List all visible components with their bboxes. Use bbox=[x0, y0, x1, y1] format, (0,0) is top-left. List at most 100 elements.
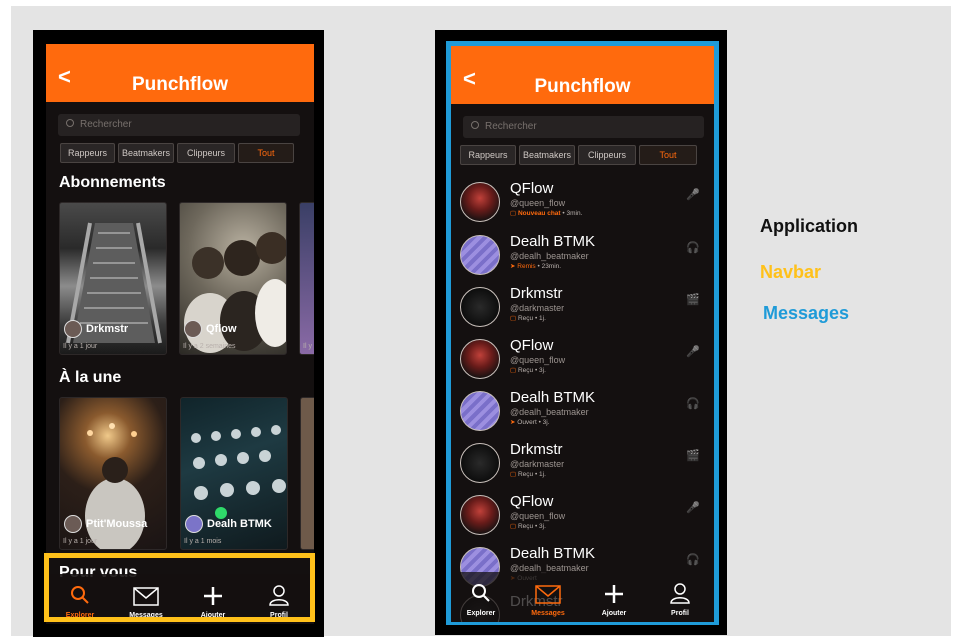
contact-handle: @dealh_beatmaker bbox=[510, 251, 589, 261]
avatar bbox=[460, 391, 500, 431]
status-icon: ▢ bbox=[510, 367, 518, 374]
nav-label: Ajouter bbox=[601, 610, 627, 617]
filter-chip-rappeurs[interactable]: Rappeurs bbox=[60, 143, 115, 163]
navbar-highlight bbox=[44, 553, 315, 622]
status-time: • 3j. bbox=[534, 367, 546, 374]
message-status: ➤ Ouvert • 3j. bbox=[510, 418, 550, 426]
app-screen-messages: < Punchflow Rechercher Rappeurs Beatmake… bbox=[451, 46, 714, 622]
legend-application: Application bbox=[760, 216, 858, 236]
avatar bbox=[460, 339, 500, 379]
card-name: Ptit'Moussa bbox=[86, 518, 148, 530]
avatar bbox=[460, 182, 500, 222]
message-status: ▢ Reçu • 1j. bbox=[510, 470, 546, 478]
nav-profile[interactable]: Profil bbox=[650, 572, 710, 622]
status-icon: ▢ bbox=[510, 471, 518, 478]
subscription-card[interactable]: Drkmstr Il y a 1 jour bbox=[59, 202, 167, 355]
nav-explorer[interactable]: Explorer bbox=[451, 572, 511, 622]
app-header: < Punchflow bbox=[451, 46, 714, 104]
nav-messages[interactable]: Messages bbox=[518, 572, 578, 622]
subscription-card[interactable]: Il y bbox=[299, 202, 314, 355]
filter-chip-beatmakers[interactable]: Beatmakers bbox=[519, 145, 575, 165]
message-row[interactable]: QFlow @queen_flow ▢ Reçu • 3j. 🎤 bbox=[451, 489, 714, 541]
status-time: • 1j. bbox=[534, 315, 546, 322]
contact-handle: @queen_flow bbox=[510, 511, 566, 521]
status-kind: Reçu bbox=[517, 315, 534, 322]
status-time: • 23min. bbox=[537, 263, 562, 270]
filter-chip-clippeurs[interactable]: Clippeurs bbox=[578, 145, 636, 165]
card-time: Il y a 1 mois bbox=[184, 538, 222, 545]
message-row[interactable]: Dealh BTMK @dealh_beatmaker ➤ Ouvert • 3j.… bbox=[451, 385, 714, 437]
message-status: ▢ Nouveau chat • 3min. bbox=[510, 209, 582, 217]
contact-name: Dealh BTMK bbox=[510, 233, 596, 250]
avatar bbox=[185, 515, 203, 533]
message-row[interactable]: Dealh BTMK @dealh_beatmaker ➤ Remis • 23mi… bbox=[451, 229, 714, 281]
featured-card[interactable]: Dealh BTMK Il y a 1 mois bbox=[180, 397, 288, 550]
avatar bbox=[460, 235, 500, 275]
search-input[interactable]: Rechercher bbox=[58, 114, 300, 136]
card-time: Il y a 1 jour bbox=[63, 538, 98, 545]
clapper-icon: 🎬 bbox=[686, 450, 700, 462]
filter-chip-beatmakers[interactable]: Beatmakers bbox=[118, 143, 174, 163]
status-kind: Ouvert bbox=[517, 419, 537, 426]
status-time: • 3min. bbox=[562, 210, 583, 217]
contact-name: QFlow bbox=[510, 337, 554, 354]
filter-chip-tout[interactable]: Tout bbox=[639, 145, 697, 165]
message-status: ▢ Reçu • 3j. bbox=[510, 366, 546, 374]
search-input[interactable]: Rechercher bbox=[463, 116, 704, 138]
nav-add[interactable]: Ajouter bbox=[584, 572, 644, 622]
contact-handle: @darkmaster bbox=[510, 303, 565, 313]
status-kind: Nouveau chat bbox=[517, 210, 561, 217]
section-title-subscriptions: Abonnements bbox=[59, 174, 166, 191]
avatar bbox=[184, 320, 202, 338]
message-status: ➤ Remis • 23min. bbox=[510, 262, 561, 270]
search-icon bbox=[66, 119, 74, 127]
search-icon bbox=[472, 584, 490, 602]
mic-icon: 🎤 bbox=[686, 346, 700, 358]
contact-name: Drkmstr bbox=[510, 441, 563, 458]
message-row[interactable]: QFlow @queen_flow ▢ Reçu • 3j. 🎤 bbox=[451, 333, 714, 385]
app-header: < Punchflow bbox=[46, 44, 314, 102]
contact-handle: @dealh_beatmaker bbox=[510, 407, 589, 417]
status-kind: Reçu bbox=[517, 367, 534, 374]
navbar: Explorer Messages Ajouter Profil bbox=[451, 572, 714, 622]
message-row[interactable]: QFlow @queen_flow ▢ Nouveau chat • 3min. 🎤 bbox=[451, 176, 714, 228]
contact-name: Dealh BTMK bbox=[510, 389, 596, 406]
status-icon: ▢ bbox=[510, 315, 518, 322]
contact-name: Drkmstr bbox=[510, 285, 563, 302]
message-row[interactable]: Drkmstr @darkmaster ▢ Reçu • 1j. 🎬 bbox=[451, 281, 714, 333]
message-status: ▢ Reçu • 3j. bbox=[510, 522, 546, 530]
avatar bbox=[64, 320, 82, 338]
card-name: Qflow bbox=[206, 323, 237, 335]
avatar bbox=[64, 515, 82, 533]
status-time: • 3j. bbox=[534, 523, 546, 530]
plus-icon bbox=[605, 585, 623, 603]
contact-name: Dealh BTMK bbox=[510, 545, 596, 562]
nav-label: Messages bbox=[531, 610, 565, 617]
status-icon: ▢ bbox=[510, 523, 518, 530]
message-status: ▢ Reçu • 1j. bbox=[510, 314, 546, 322]
headphones-icon: 🎧 bbox=[686, 242, 700, 254]
filter-chip-clippeurs[interactable]: Clippeurs bbox=[177, 143, 235, 163]
app-screen-home: < Punchflow Rechercher Rappeurs Beatmake… bbox=[46, 44, 314, 624]
headphones-icon: 🎧 bbox=[686, 554, 700, 566]
subscription-card[interactable]: Qflow Il y a 2 semaines bbox=[179, 202, 287, 355]
message-row[interactable]: Drkmstr @darkmaster ▢ Reçu • 1j. 🎬 bbox=[451, 437, 714, 489]
status-kind: Reçu bbox=[517, 523, 534, 530]
status-time: • 3j. bbox=[538, 419, 550, 426]
contact-handle: @darkmaster bbox=[510, 459, 565, 469]
card-name: Drkmstr bbox=[86, 323, 129, 335]
filter-chips: Rappeurs Beatmakers Clippeurs Tout bbox=[460, 145, 700, 165]
filter-chip-tout[interactable]: Tout bbox=[238, 143, 294, 163]
featured-card[interactable] bbox=[300, 397, 314, 550]
nav-label: Explorer bbox=[466, 610, 496, 617]
legend-messages: Messages bbox=[763, 303, 850, 323]
filter-chip-rappeurs[interactable]: Rappeurs bbox=[460, 145, 516, 165]
mail-icon bbox=[535, 585, 561, 604]
card-name: Dealh BTMK bbox=[207, 518, 272, 530]
search-placeholder: Rechercher bbox=[80, 119, 132, 130]
contact-name: QFlow bbox=[510, 493, 554, 510]
nav-label: Profil bbox=[671, 610, 689, 617]
featured-card[interactable]: Ptit'Moussa Il y a 1 jour bbox=[59, 397, 167, 550]
app-title: Punchflow bbox=[131, 74, 229, 95]
contact-handle: @queen_flow bbox=[510, 355, 566, 365]
